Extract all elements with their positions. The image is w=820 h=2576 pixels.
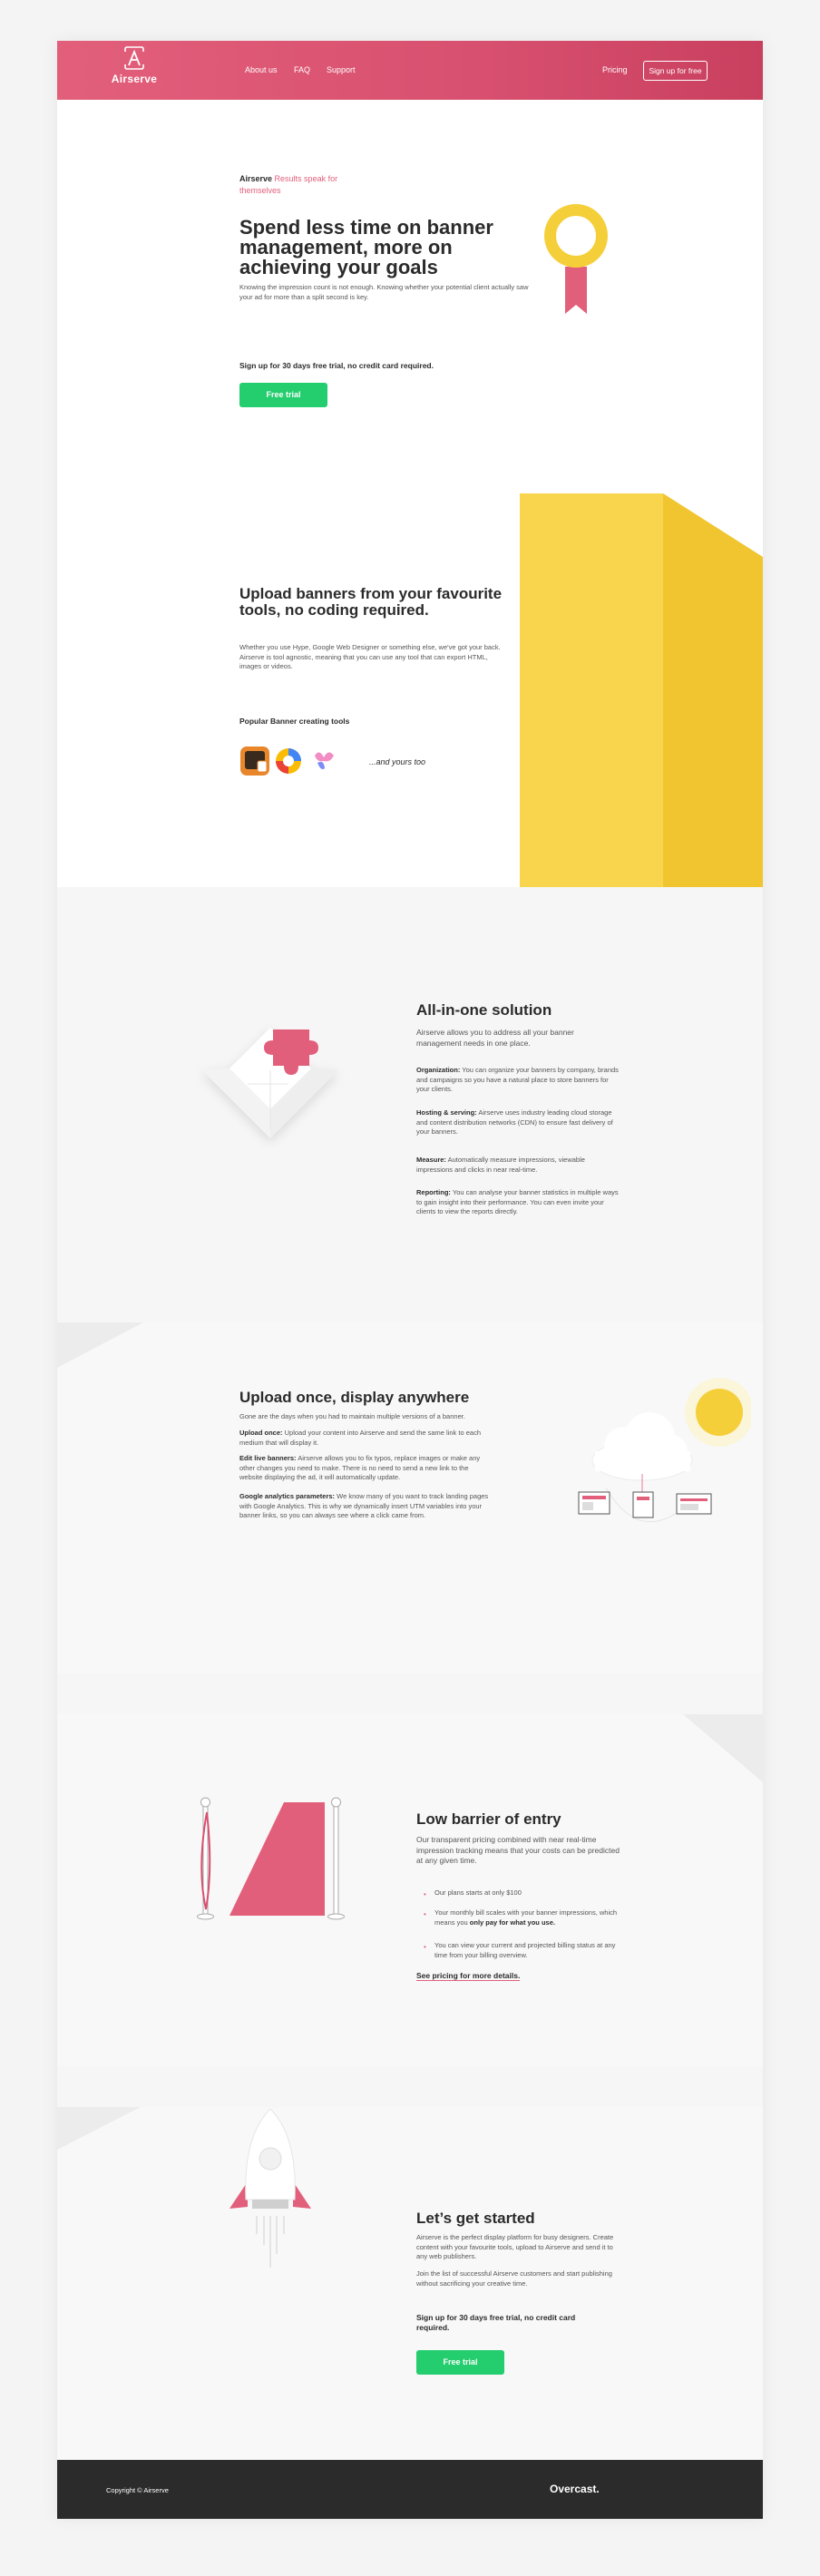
bullet-dot: • [424, 1890, 426, 1898]
upload-title: Upload banners from your favourite tools… [239, 585, 503, 619]
hero-body: Knowing the impression count is not enou… [239, 283, 529, 301]
barrier-bullet: • Our plans starts at only $100 [424, 1888, 634, 1898]
brand-logo[interactable]: Airserve [107, 46, 161, 95]
started-free-trial-button[interactable]: Free trial [416, 2350, 504, 2375]
uploadonce-intro: Gone are the days when you had to mainta… [239, 1412, 465, 1420]
barrier-section [57, 1673, 763, 2109]
allinone-section [57, 887, 763, 1322]
site-footer: Copyright © Airserve Overcast. [57, 2460, 763, 2519]
bullet-text: Our plans starts at only $100 [434, 1888, 522, 1897]
item-label: Edit live banners: [239, 1454, 297, 1462]
pricing-details-link[interactable]: See pricing for more details. [416, 1971, 521, 1981]
nav-support[interactable]: Support [327, 65, 356, 74]
barrier-intro: Our transparent pricing combined with ne… [416, 1835, 620, 1865]
eyebrow-brand: Airserve [239, 174, 273, 183]
allinone-item-reporting: Reporting: You can analyse your banner s… [416, 1188, 620, 1217]
started-title: Let’s get started [416, 2210, 535, 2227]
hero-title: Spend less time on banner management, mo… [239, 216, 493, 278]
barrier-bullet: • You can view your current and projected… [424, 1941, 625, 1960]
uploadonce-title: Upload once, display anywhere [239, 1389, 470, 1406]
brand-name: Airserve [111, 73, 158, 85]
allinone-intro: Airserve allows you to address all your … [416, 1028, 574, 1048]
item-label: Organization: [416, 1066, 461, 1074]
uploadonce-item-edit: Edit live banners: Airserve allows you t… [239, 1454, 493, 1483]
bullet-bold: only pay for what you use. [469, 1917, 555, 1927]
puzzle-icon [193, 993, 347, 1152]
started-section [57, 2066, 763, 2460]
allinone-item-hosting: Hosting & serving: Airserve uses industr… [416, 1108, 620, 1137]
started-trial-note: Sign up for 30 days free trial, no credi… [416, 2313, 576, 2332]
hero-eyebrow: Airserve Results speak for themselves [239, 173, 339, 197]
sun-icon [696, 1389, 743, 1436]
started-p2: Join the list of successful Airserve cus… [416, 2269, 612, 2288]
item-label: Reporting: [416, 1188, 451, 1196]
tool-icons [239, 745, 348, 782]
section-divider [57, 887, 763, 942]
uploadonce-item-upload: Upload once: Upload your content into Ai… [239, 1429, 493, 1448]
barrier-bullet: • Your monthly bill scales with your bann… [424, 1908, 625, 1927]
item-label: Measure: [416, 1156, 446, 1164]
nav-about[interactable]: About us [245, 65, 278, 74]
site-header: Airserve About us FAQ Support Pricing Si… [57, 41, 763, 100]
bullet-dot: • [424, 1910, 426, 1918]
item-label: Hosting & serving: [416, 1108, 477, 1117]
bullet-text: You can view your current and projected … [434, 1941, 616, 1959]
copyright: Copyright © Airserve [106, 2486, 169, 2494]
footer-brand[interactable]: Overcast. [550, 2483, 600, 2495]
airserve-logo-icon [122, 46, 147, 70]
hero-trial-note: Sign up for 30 days free trial, no credi… [239, 361, 434, 370]
cloud-icon [591, 1412, 693, 1481]
cloud-publishing-illustration [570, 1361, 754, 1547]
award-ribbon-icon [540, 199, 621, 326]
started-p1: Airserve is the perfect display platform… [416, 2233, 614, 2260]
bullet-dot: • [424, 1943, 426, 1951]
page: Airserve About us FAQ Support Pricing Si… [57, 41, 763, 2519]
nav-pricing[interactable]: Pricing [602, 65, 628, 74]
nav-faq[interactable]: FAQ [294, 65, 310, 74]
item-label: Upload once: [239, 1429, 283, 1437]
tools-suffix: ...and yours too [369, 757, 426, 766]
hype-app-icon [240, 746, 334, 776]
allinone-item-organization: Organization: You can organize your bann… [416, 1066, 620, 1095]
hero-free-trial-button[interactable]: Free trial [239, 383, 327, 407]
yellow-block-illustration [520, 493, 763, 951]
item-label: Google analytics parameters: [239, 1492, 336, 1500]
upload-body: Whether you use Hype, Google Web Designe… [239, 643, 501, 670]
rocket-icon [220, 2108, 320, 2286]
rope-barrier-icon [193, 1796, 356, 1927]
tools-title: Popular Banner creating tools [239, 717, 350, 726]
allinone-title: All-in-one solution [416, 1001, 552, 1019]
allinone-item-measure: Measure: Automatically measure impressio… [416, 1156, 620, 1175]
signup-button[interactable]: Sign up for free [643, 61, 708, 81]
barrier-title: Low barrier of entry [416, 1810, 561, 1828]
uploadonce-item-ga: Google analytics parameters: We know man… [239, 1492, 493, 1521]
